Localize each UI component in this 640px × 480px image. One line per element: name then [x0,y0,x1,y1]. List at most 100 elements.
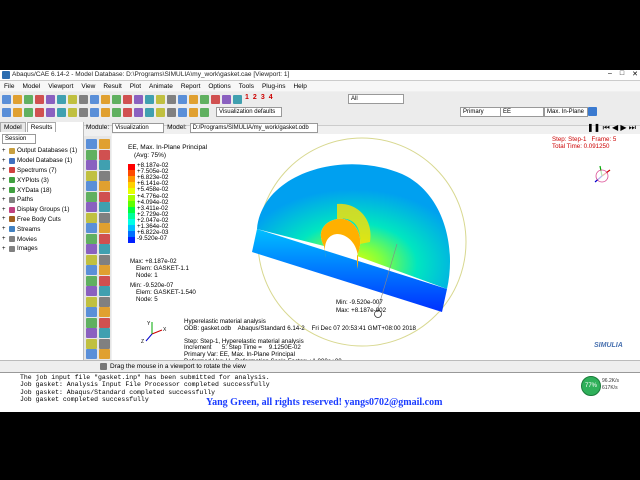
toolbar-tool-icon[interactable] [200,95,209,104]
palette-tool-icon[interactable] [86,139,97,149]
orientation-triad-icon[interactable] [594,165,611,183]
expand-icon[interactable]: + [2,246,7,252]
toolbar-tool-icon[interactable] [145,108,154,117]
cancel-procedure-icon[interactable] [100,363,107,370]
viewport[interactable]: EE, Max. In-Plane Principal (Avg: 75%) +… [112,134,640,365]
tree-item[interactable]: + Model Database (1) [2,156,82,166]
toolbar-tool-icon[interactable] [167,108,176,117]
palette-tool-icon[interactable] [86,328,97,338]
toolbar-tool-icon[interactable] [134,108,143,117]
palette-tool-icon[interactable] [99,275,110,286]
toolbar-tool-icon[interactable] [156,108,165,117]
palette-tool-icon[interactable] [86,286,97,296]
palette-tool-icon[interactable] [99,160,110,170]
pause-icon[interactable]: ❚❚ [587,123,600,132]
palette-tool-icon[interactable] [99,317,110,328]
step-1-button[interactable]: 1 [245,94,249,101]
palette-tool-icon[interactable] [99,223,110,233]
menu-viewport[interactable]: Viewport [48,83,73,90]
menu-result[interactable]: Result [103,83,121,90]
palette-tool-icon[interactable] [99,286,110,296]
tab-model[interactable]: Model [0,122,26,132]
network-gauge[interactable]: 77% [581,376,601,396]
toolbar-tool-icon[interactable] [101,108,110,117]
toolbar-tool-icon[interactable] [46,108,55,117]
toolbar-tool-icon[interactable] [145,95,154,104]
tree-item[interactable]: + Output Databases (1) [2,146,82,156]
expand-icon[interactable]: + [2,187,7,193]
toolbar-tool-icon[interactable] [90,95,99,104]
expand-icon[interactable]: + [2,207,7,213]
palette-tool-icon[interactable] [99,307,110,317]
toolbar-tool-icon[interactable] [211,95,220,104]
palette-tool-icon[interactable] [99,149,110,160]
palette-tool-icon[interactable] [99,244,110,254]
toolbar-tool-icon[interactable] [167,95,176,104]
toolbar-tool-icon[interactable] [57,95,66,104]
palette-tool-icon[interactable] [86,275,97,286]
palette-tool-icon[interactable] [86,223,97,233]
toolbar-tool-icon[interactable] [24,95,33,104]
tree-item[interactable]: + Images [2,244,82,254]
toolbar-tool-icon[interactable] [13,108,22,117]
expand-icon[interactable]: + [2,148,7,154]
palette-tool-icon[interactable] [86,296,97,307]
prev-frame-icon[interactable]: ◀ [612,123,618,132]
palette-tool-icon[interactable] [99,233,110,244]
tree-item[interactable]: + XYPlots (3) [2,175,82,185]
toolbar-tool-icon[interactable] [222,95,231,104]
palette-tool-icon[interactable] [99,202,110,212]
tree-item[interactable]: + XYData (18) [2,185,82,195]
first-frame-icon[interactable]: ⏮ [603,123,610,132]
variable-select[interactable]: EE [500,107,544,117]
menu-help[interactable]: Help [293,83,306,90]
toolbar-tool-icon[interactable] [178,108,187,117]
expand-icon[interactable]: + [2,216,7,222]
model-select[interactable]: D:/Programs/SIMULIA/my_work/gasket.odb [189,122,318,133]
session-select[interactable]: Session [2,134,36,144]
next-frame-icon[interactable]: ▶ [620,123,626,132]
palette-tool-icon[interactable] [86,191,97,202]
tree-item[interactable]: + Display Groups (1) [2,205,82,215]
toolbar-tool-icon[interactable] [112,95,121,104]
menu-plot[interactable]: Plot [130,83,141,90]
toolbar-tool-icon[interactable] [2,108,11,117]
palette-tool-icon[interactable] [86,212,97,223]
toolbar-tool-icon[interactable] [200,108,209,117]
step-4-button[interactable]: 4 [269,94,273,101]
close-icon[interactable]: ✕ [632,70,638,78]
toolbar-tool-icon[interactable] [2,95,11,104]
palette-tool-icon[interactable] [86,307,97,317]
tree-item[interactable]: + Free Body Cuts [2,215,82,225]
palette-tool-icon[interactable] [99,296,110,307]
toolbar-tool-icon[interactable] [233,95,242,104]
invariant-select[interactable]: Max. In-Plane [544,107,588,117]
palette-tool-icon[interactable] [86,160,97,170]
menu-model[interactable]: Model [22,83,40,90]
toolbar-tool-icon[interactable] [68,108,77,117]
tree-item[interactable]: + Spectrums (7) [2,166,82,176]
filter-select[interactable]: All [348,94,404,104]
palette-tool-icon[interactable] [86,349,97,359]
palette-tool-icon[interactable] [86,181,97,191]
tree-item[interactable]: + Streams [2,224,82,234]
palette-tool-icon[interactable] [86,317,97,328]
expand-icon[interactable]: + [2,158,7,164]
toolbar-tool-icon[interactable] [123,108,132,117]
viz-defaults-select[interactable]: Visualization defaults [216,107,282,117]
palette-tool-icon[interactable] [99,328,110,338]
toolbar-tool-icon[interactable] [79,108,88,117]
tab-results[interactable]: Results [26,122,57,132]
palette-tool-icon[interactable] [86,244,97,254]
palette-tool-icon[interactable] [99,139,110,149]
step-2-button[interactable]: 2 [253,94,257,101]
toolbar-tool-icon[interactable] [46,95,55,104]
toolbar-tool-icon[interactable] [112,108,121,117]
toolbar-tool-icon[interactable] [101,95,110,104]
last-frame-icon[interactable]: ⏭ [629,123,636,132]
toolbar-tool-icon[interactable] [178,95,187,104]
toolbar-tool-icon[interactable] [68,95,77,104]
tree-item[interactable]: + Paths [2,195,82,205]
menu-view[interactable]: View [81,83,95,90]
toolbar-tool-icon[interactable] [90,108,99,117]
